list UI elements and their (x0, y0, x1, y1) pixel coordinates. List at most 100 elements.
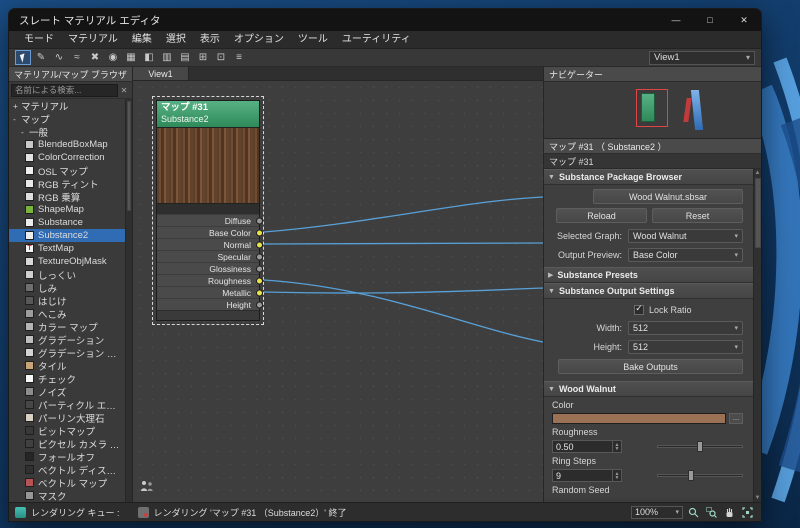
slot-socket-Normal[interactable] (256, 241, 263, 248)
zoom-extents-icon[interactable] (740, 505, 755, 519)
browser-item-TextureObjMask[interactable]: TextureObjMask (9, 255, 125, 268)
menu-item-選択[interactable]: 選択 (159, 31, 193, 49)
slider-handle[interactable] (687, 470, 694, 481)
curved-wires-toggle-icon[interactable]: ∿ (51, 50, 67, 65)
browser-item-はじけ[interactable]: はじけ (9, 294, 125, 308)
material-preview-icon[interactable]: ◉ (105, 50, 121, 65)
expander-icon[interactable]: - (21, 127, 29, 137)
roughness-slider[interactable] (657, 440, 743, 453)
auto-layout-horizontal-icon[interactable]: ▤ (177, 50, 193, 65)
slot-socket-Height[interactable] (256, 301, 263, 308)
browser-item-へこみ[interactable]: へこみ (9, 307, 125, 321)
select-tool-icon[interactable] (15, 50, 31, 65)
navigator-panel-header[interactable]: ナビゲーター (544, 67, 761, 82)
browser-item-しみ[interactable]: しみ (9, 281, 125, 295)
browser-item-RGB ティント[interactable]: RGB ティント (9, 177, 125, 191)
params-scrollbar[interactable]: ▲ ▼ (753, 169, 761, 502)
height-dropdown[interactable]: 512 ▾ (628, 339, 743, 354)
menu-item-編集[interactable]: 編集 (125, 31, 159, 49)
clear-search-icon[interactable]: ✕ (118, 86, 130, 95)
expander-icon[interactable]: + (13, 101, 21, 111)
straight-wires-toggle-icon[interactable]: ≈ (69, 50, 85, 65)
node-canvas[interactable]: マップ #31 Substance2 Diffuse Base Color Norm… (133, 81, 543, 502)
close-button[interactable]: ✕ (727, 9, 761, 31)
scroll-up-icon[interactable]: ▲ (755, 169, 761, 177)
rollout-header-presets[interactable]: ▶ Substance Presets (544, 267, 753, 283)
slider-handle[interactable] (696, 441, 703, 452)
lock-ratio-checkbox[interactable]: ✓ (634, 304, 644, 315)
spinner-arrows-icon[interactable]: ▲ ▼ (612, 470, 621, 481)
slot-socket-Diffuse[interactable] (256, 217, 263, 224)
delete-selected-icon[interactable]: ✖ (87, 50, 103, 65)
menu-item-マテリアル[interactable]: マテリアル (61, 31, 125, 49)
tree-group-一般[interactable]: - 一般 (9, 125, 125, 139)
slot-socket-Metallic[interactable] (256, 289, 263, 296)
browser-item-ノイズ[interactable]: ノイズ (9, 385, 125, 399)
slot-socket-Glossiness[interactable] (256, 265, 263, 272)
rollout-header-output-settings[interactable]: ▼ Substance Output Settings (544, 283, 753, 299)
show-end-result-icon[interactable]: ◧ (141, 50, 157, 65)
sbsar-file-button[interactable]: Wood Walnut.sbsar (593, 189, 743, 204)
maximize-button[interactable]: □ (693, 9, 727, 31)
browser-item-しっくい[interactable]: しっくい (9, 268, 125, 282)
view-selector-dropdown[interactable]: View1 ▾ (649, 50, 755, 65)
browser-item-パーティクル エージ[interactable]: パーティクル エージ (9, 398, 125, 412)
browser-item-OSL マップ[interactable]: OSL マップ (9, 164, 125, 178)
title-bar[interactable]: スレート マテリアル エディタ — □ ✕ (9, 9, 761, 31)
zoom-extents-tool-icon[interactable]: ⊡ (213, 50, 229, 65)
browser-item-Substance2[interactable]: Substance2 (9, 229, 125, 242)
color-swatch[interactable] (552, 413, 726, 424)
zoom-tool-icon[interactable] (686, 505, 701, 519)
browser-item-カラー マップ[interactable]: カラー マップ (9, 320, 125, 334)
zoom-level-dropdown[interactable]: 100% ▾ (631, 505, 683, 519)
slot-socket-Roughness[interactable] (256, 277, 263, 284)
spinner-arrows-icon[interactable]: ▲ ▼ (612, 441, 621, 452)
browser-panel-header[interactable]: マテリアル/マップ ブラウザ (9, 67, 132, 82)
menu-item-表示[interactable]: 表示 (193, 31, 227, 49)
browser-item-グラデーション ランプ[interactable]: グラデーション ランプ (9, 346, 125, 360)
browser-item-ベクトル ディスプレイ...[interactable]: ベクトル ディスプレイ... (9, 463, 125, 477)
node-header[interactable]: マップ #31 Substance2 (157, 101, 259, 127)
slot-socket-Specular[interactable] (256, 253, 263, 260)
tree-group-マップ[interactable]: - マップ (9, 112, 125, 126)
reset-button[interactable]: Reset (652, 208, 743, 223)
menu-item-ユーティリティ[interactable]: ユーティリティ (335, 31, 418, 49)
browser-item-ColorCorrection[interactable]: ColorCorrection (9, 151, 125, 164)
editor-options-icon[interactable]: ≡ (231, 50, 247, 65)
browser-item-BlendedBoxMap[interactable]: BlendedBoxMap (9, 138, 125, 151)
render-queue-icon[interactable] (15, 506, 26, 518)
browser-item-チェック[interactable]: チェック (9, 372, 125, 386)
rollout-header-package-browser[interactable]: ▼ Substance Package Browser (544, 169, 753, 185)
parameter-panel-header[interactable]: マップ #31 （ Substance2 ） (544, 139, 761, 154)
map-name-row[interactable]: マップ #31 (544, 154, 761, 169)
browser-item-RGB 乗算[interactable]: RGB 乗算 (9, 190, 125, 204)
ring-steps-spinner[interactable]: 9 ▲ ▼ (552, 469, 622, 482)
layout-children-icon[interactable]: ⊞ (195, 50, 211, 65)
browser-scrollbar[interactable] (125, 99, 132, 502)
menu-item-ツール[interactable]: ツール (291, 31, 335, 49)
rollout-header-wood-walnut[interactable]: ▼ Wood Walnut (544, 381, 753, 397)
navigator-preview[interactable] (544, 82, 761, 138)
scrollbar-thumb[interactable] (754, 178, 761, 248)
params-scroll-area[interactable]: ▼ Substance Package Browser Wood Walnut.… (544, 169, 753, 502)
browser-item-パーリン大理石[interactable]: パーリン大理石 (9, 411, 125, 425)
menu-item-オプション[interactable]: オプション (227, 31, 291, 49)
color-options-button[interactable]: … (729, 413, 743, 424)
zoom-region-icon[interactable] (704, 505, 719, 519)
browser-item-マスク[interactable]: マスク (9, 489, 125, 502)
pan-hand-icon[interactable] (722, 505, 737, 519)
minimize-button[interactable]: — (659, 9, 693, 31)
search-input[interactable] (11, 83, 118, 97)
output-preview-dropdown[interactable]: Base Color ▾ (628, 247, 743, 262)
pan-people-icon[interactable] (139, 479, 155, 497)
browser-item-ピクセル カメラ マップ[interactable]: ピクセル カメラ マップ (9, 437, 125, 451)
browser-item-Substance[interactable]: Substance (9, 216, 125, 229)
selected-graph-dropdown[interactable]: Wood Walnut ▾ (628, 228, 743, 243)
scroll-down-icon[interactable]: ▼ (755, 494, 761, 502)
slot-socket-Base Color[interactable] (256, 229, 263, 236)
tab-view1[interactable]: View1 (133, 67, 189, 80)
browser-item-グラデーション[interactable]: グラデーション (9, 333, 125, 347)
width-dropdown[interactable]: 512 ▾ (628, 320, 743, 335)
menu-item-モード[interactable]: モード (17, 31, 61, 49)
roughness-spinner[interactable]: 0.50 ▲ ▼ (552, 440, 622, 453)
